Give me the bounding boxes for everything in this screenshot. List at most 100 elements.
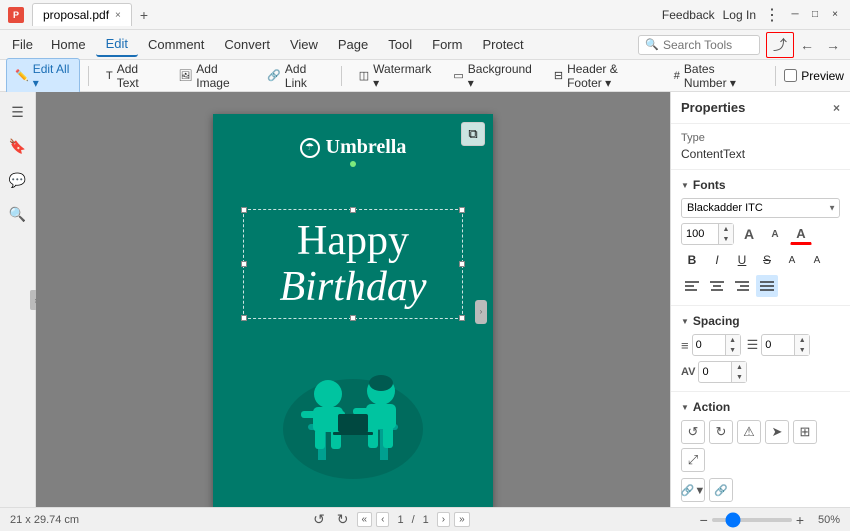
char-spacing-up[interactable]: ▲ (732, 362, 746, 372)
menu-convert[interactable]: Convert (214, 33, 280, 56)
handle-mid-right[interactable] (459, 261, 465, 267)
zoom-in-button[interactable]: + (796, 512, 804, 528)
action-expand[interactable]: ⤢ (681, 448, 705, 472)
font-color-icon[interactable]: A (790, 223, 812, 245)
handle-top-left[interactable] (241, 207, 247, 213)
bates-number-button[interactable]: # Bates Number ▾ (665, 58, 768, 94)
menu-protect[interactable]: Protect (472, 33, 533, 56)
line-spacing-arrows: ▲ ▼ (725, 335, 740, 355)
align-left-button[interactable] (681, 275, 703, 297)
tab-close-icon[interactable]: × (115, 10, 121, 21)
zoom-slider[interactable] (712, 518, 792, 522)
superscript-button[interactable]: A (781, 249, 803, 271)
background-button[interactable]: ▭ Background ▾ (444, 58, 540, 94)
sidebar-icon-comment[interactable]: 💬 (4, 166, 32, 194)
rotate-left-button[interactable]: ↺ (309, 510, 329, 529)
menu-view[interactable]: View (280, 33, 328, 56)
scroll-handle-right[interactable]: › (475, 300, 487, 324)
font-size-input[interactable] (682, 226, 718, 242)
more-icon[interactable]: ⋮ (764, 5, 780, 25)
action-header[interactable]: ▼ Action (681, 400, 840, 414)
action-rotate-ccw[interactable]: ↺ (681, 420, 705, 444)
strikethrough-button[interactable]: S (756, 249, 778, 271)
handle-bottom-mid[interactable] (350, 315, 356, 321)
maximize-button[interactable]: □ (808, 8, 822, 22)
first-page-button[interactable]: « (357, 512, 373, 527)
menu-page[interactable]: Page (328, 33, 378, 56)
header-footer-button[interactable]: ⊟ Header & Footer ▾ (545, 58, 661, 94)
page-separator: / (412, 514, 415, 526)
align-center-button[interactable] (706, 275, 728, 297)
sidebar-icon-bookmark[interactable]: 🔖 (4, 132, 32, 160)
share-button[interactable]: ⤴ (766, 32, 794, 58)
font-large-icon[interactable]: A (738, 223, 760, 245)
back-icon: ← (800, 37, 814, 53)
back-button[interactable]: ← (794, 35, 820, 55)
para-spacing-down[interactable]: ▼ (795, 345, 809, 355)
add-text-button[interactable]: T Add Text (97, 58, 165, 94)
search-input[interactable] (663, 38, 753, 52)
next-page-button[interactable]: › (437, 512, 450, 527)
handle-top-right[interactable] (459, 207, 465, 213)
action-link-add[interactable]: 🔗▼ (681, 478, 705, 502)
new-tab-icon[interactable]: + (140, 7, 148, 23)
char-spacing-down[interactable]: ▼ (732, 372, 746, 382)
para-spacing-arrows: ▲ ▼ (794, 335, 809, 355)
forward-button[interactable]: → (820, 35, 846, 55)
edit-all-button[interactable]: ✏️ Edit All ▾ (6, 58, 80, 94)
sidebar-icon-search[interactable]: 🔍 (4, 200, 32, 228)
action-link-remove[interactable]: 🔗 (709, 478, 733, 502)
action-rotate-cw[interactable]: ↻ (709, 420, 733, 444)
menu-edit[interactable]: Edit (96, 32, 138, 57)
zoom-out-button[interactable]: − (700, 512, 708, 528)
handle-bottom-left[interactable] (241, 315, 247, 321)
fonts-header[interactable]: ▼ Fonts (681, 178, 840, 192)
subscript-button[interactable]: A (806, 249, 828, 271)
pdf-tab[interactable]: proposal.pdf × (32, 3, 132, 26)
sidebar-icon-panel[interactable]: ☰ (4, 98, 32, 126)
login-label[interactable]: Log In (723, 8, 756, 22)
font-select[interactable]: Blackadder ITC (681, 198, 840, 218)
preview-checkbox[interactable] (784, 69, 797, 82)
spacing-header[interactable]: ▼ Spacing (681, 314, 840, 328)
font-small-icon[interactable]: A (764, 223, 786, 245)
menu-tool[interactable]: Tool (378, 33, 422, 56)
add-image-button[interactable]: 🖼 Add Image (169, 58, 254, 94)
watermark-button[interactable]: ◫ Watermark ▾ (350, 58, 441, 94)
preview-toggle[interactable]: Preview (784, 69, 844, 83)
close-button[interactable]: × (828, 8, 842, 22)
action-crop[interactable]: ⊞ (793, 420, 817, 444)
last-page-button[interactable]: » (454, 512, 470, 527)
menu-form[interactable]: Form (422, 33, 472, 56)
rotate-right-button[interactable]: ↻ (333, 510, 353, 529)
align-justify-button[interactable] (756, 275, 778, 297)
handle-mid-left[interactable] (241, 261, 247, 267)
feedback-label[interactable]: Feedback (662, 8, 715, 22)
italic-button[interactable]: I (706, 249, 728, 271)
align-right-button[interactable] (731, 275, 753, 297)
menu-home[interactable]: Home (41, 33, 96, 56)
menu-file-label[interactable]: File (4, 33, 41, 56)
para-spacing-input[interactable] (762, 337, 794, 353)
handle-bottom-right[interactable] (459, 315, 465, 321)
copy-button[interactable]: ⧉ (461, 122, 485, 146)
line-spacing-input[interactable] (693, 337, 725, 353)
para-spacing-up[interactable]: ▲ (795, 335, 809, 345)
text-selection-box[interactable]: Happy Birthday (243, 209, 463, 319)
minimize-button[interactable]: ─ (788, 8, 802, 22)
font-size-down[interactable]: ▼ (719, 234, 733, 244)
action-warning[interactable]: ⚠ (737, 420, 761, 444)
font-size-up[interactable]: ▲ (719, 224, 733, 234)
underline-button[interactable]: U (731, 249, 753, 271)
line-spacing-up[interactable]: ▲ (726, 335, 740, 345)
action-arrow-right[interactable]: ➤ (765, 420, 789, 444)
prev-page-button[interactable]: ‹ (376, 512, 389, 527)
line-spacing-down[interactable]: ▼ (726, 345, 740, 355)
char-spacing-input[interactable] (699, 364, 731, 380)
search-tools[interactable]: 🔍 (638, 35, 760, 55)
handle-top-mid[interactable] (350, 207, 356, 213)
panel-close-button[interactable]: × (833, 101, 840, 115)
add-link-button[interactable]: 🔗 Add Link (258, 58, 333, 94)
bold-button[interactable]: B (681, 249, 703, 271)
menu-comment[interactable]: Comment (138, 33, 214, 56)
